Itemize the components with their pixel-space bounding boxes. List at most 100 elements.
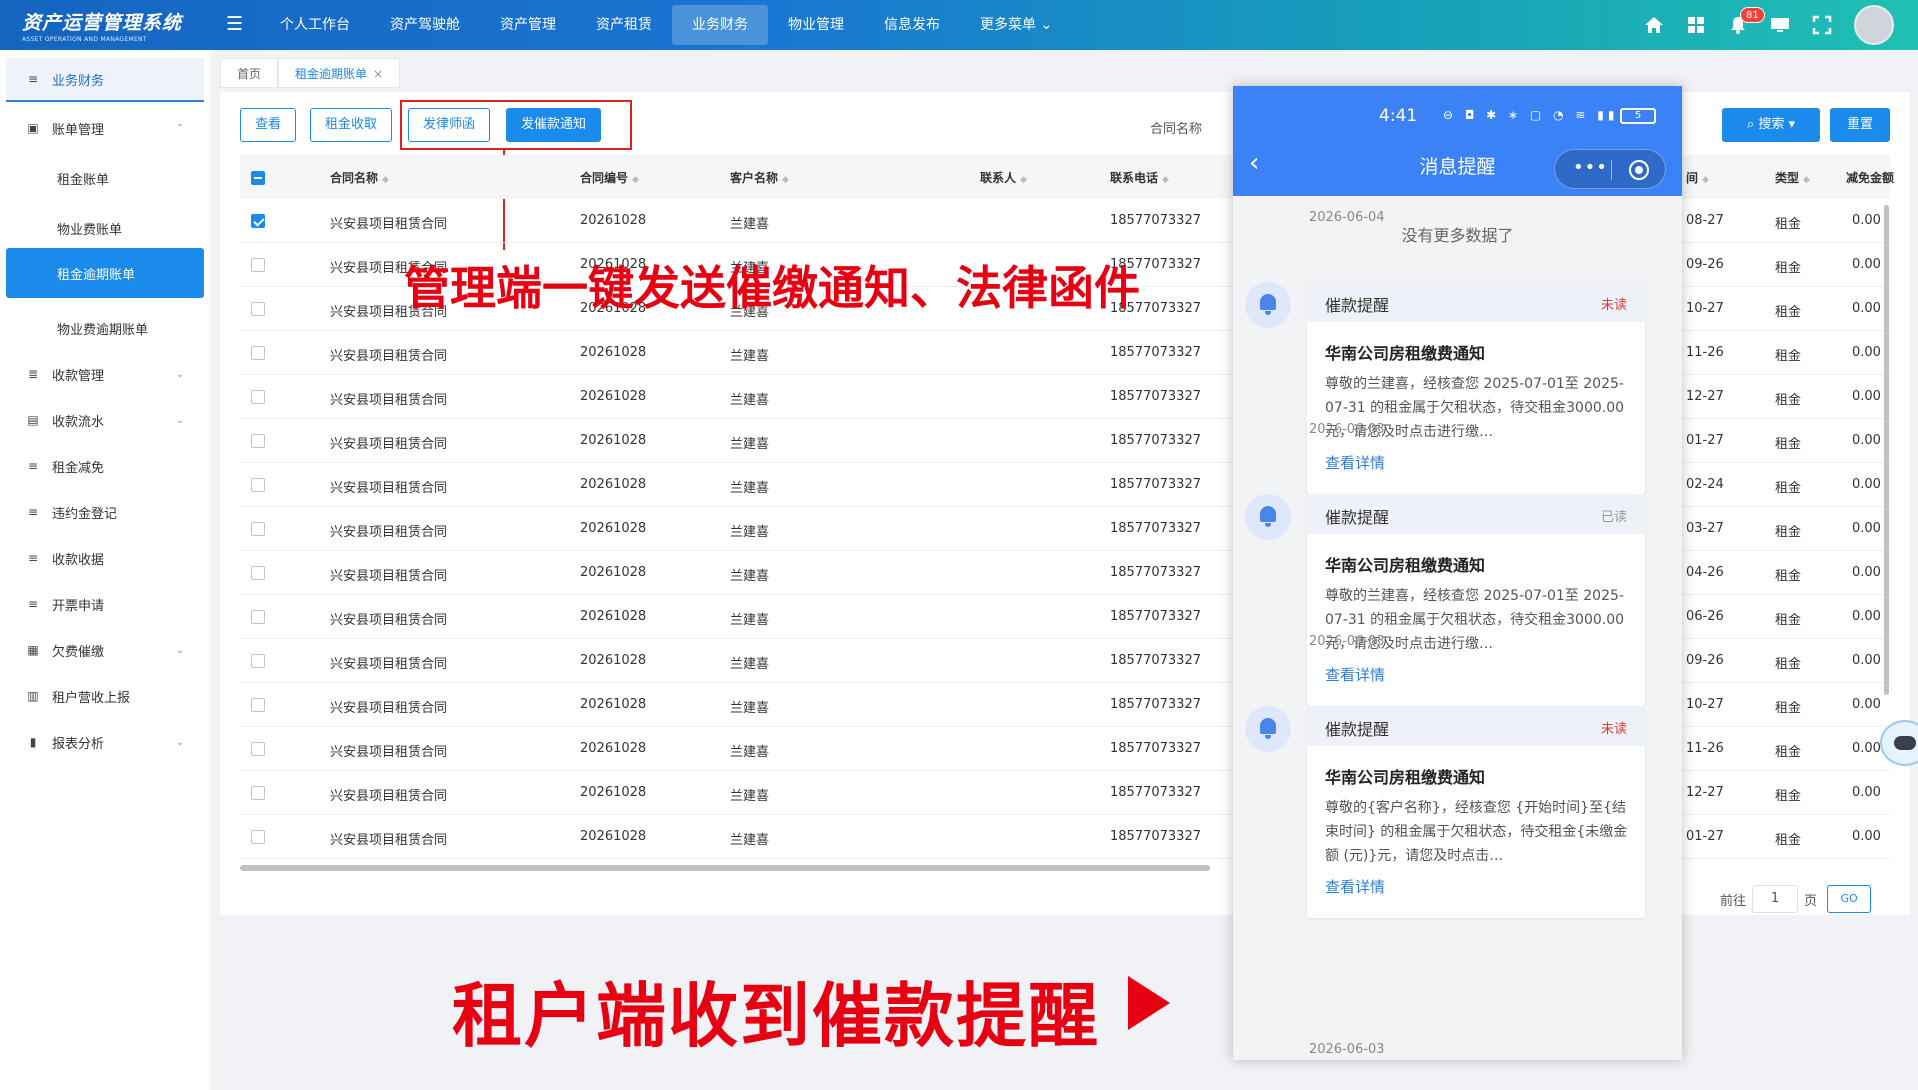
home-icon[interactable] [1644,15,1664,35]
bell-icon[interactable]: 81 [1728,7,1765,35]
nav-item-more[interactable]: 更多菜单 ⌄ [960,5,1072,45]
sidebar-item-business-finance[interactable]: ≡ 业务财务 [6,58,204,102]
sidebar-item-rent-bill[interactable]: 租金账单 [6,156,204,200]
row-checkbox[interactable] [251,390,265,404]
nav-item-asset-management[interactable]: 资产管理 [480,5,576,45]
col-contract-name[interactable]: 合同名称 ◆ [330,169,389,186]
col-reduction[interactable]: 减免金额 [1846,169,1894,186]
sidebar-item-rent-reduction[interactable]: ≡ 租金减免 [6,444,204,488]
row-checkbox[interactable] [251,786,265,800]
row-checkbox[interactable] [251,302,265,316]
sidebar-item-property-overdue[interactable]: 物业费逾期账单 [6,306,204,350]
message-date: 2026-06-03 [1309,1042,1385,1057]
cell-contract-code: 20261028 [580,741,647,756]
view-details-link[interactable]: 查看详情 [1325,664,1385,685]
sidebar-item-receipt[interactable]: ≡ 收款收据 [6,536,204,580]
view-button[interactable]: 查看 [240,108,297,142]
cell-type: 租金 [1775,437,1802,452]
view-details-link[interactable]: 查看详情 [1325,452,1385,473]
grid-icon[interactable] [1686,15,1706,35]
cell-contract-name: 兴安县项目租赁合同 [330,569,448,584]
tab-rent-overdue[interactable]: 租金逾期账单 × [278,58,401,88]
row-checkbox[interactable] [251,478,265,492]
card-title: 华南公司房租缴费通知 [1325,344,1486,363]
col-phone[interactable]: 联系电话 ◆ [1110,169,1169,186]
cell-date: 10-27 [1686,697,1724,712]
sidebar-item-label: 收款管理 [52,368,105,384]
cell-contract-code: 20261028 [580,653,647,668]
monitor-icon[interactable] [1770,15,1790,35]
cell-customer: 兰建喜 [730,393,770,408]
page-input[interactable]: 1 [1752,885,1799,913]
cell-contract-code: 20261028 [580,433,647,448]
cell-type: 租金 [1775,613,1802,628]
vertical-scrollbar[interactable] [1884,205,1889,695]
row-checkbox[interactable] [251,434,265,448]
sidebar-item-report[interactable]: ▮ 报表分析 ⌄ [6,720,204,764]
nav-item-cockpit[interactable]: 资产驾驶舱 [370,5,480,45]
row-checkbox[interactable] [251,346,265,360]
nav-item-business-finance[interactable]: 业务财务 [672,5,768,45]
sidebar-item-invoice[interactable]: ≡ 开票申请 [6,582,204,626]
sidebar-item-penalty[interactable]: ≡ 违约金登记 [6,490,204,534]
status-icons: ⊖ ◘ ✱ ∗ ▢ ◔ ≋ ▮▮ [1443,108,1619,122]
col-contract-code[interactable]: 合同编号 ◆ [580,169,639,186]
message-card[interactable]: 催款提醒 未读 华南公司房租缴费通知 尊敬的{客户名称}，经核查您 {开始时间}… [1307,706,1645,918]
nav-item-workbench[interactable]: 个人工作台 [260,5,370,45]
nav-item-asset-leasing[interactable]: 资产租赁 [576,5,672,45]
close-icon[interactable]: × [373,67,383,81]
menu-toggle-icon[interactable]: ☰ [226,14,246,34]
row-checkbox[interactable] [251,698,265,712]
cell-date: 12-27 [1686,389,1724,404]
col-label: 间 [1686,171,1699,185]
go-button[interactable]: GO [1827,885,1872,913]
cell-contract-name: 兴安县项目租赁合同 [330,701,448,716]
row-checkbox[interactable] [251,830,265,844]
sidebar-item-arrears[interactable]: ▦ 欠费催缴 ⌄ [6,628,204,672]
sidebar-item-revenue-report[interactable]: ▥ 租户营收上报 [6,674,204,718]
message-date: 2026-06-03 [1309,634,1385,649]
sidebar-item-label: 收款流水 [52,414,105,430]
nav-item-info[interactable]: 信息发布 [864,5,960,45]
cell-contract-name: 兴安县项目租赁合同 [330,349,448,364]
cell-phone: 18577073327 [1110,653,1201,668]
cell-date: 11-26 [1686,741,1724,756]
col-contact[interactable]: 联系人 ◆ [980,169,1027,186]
sidebar-item-bill-management[interactable]: ▣ 账单管理 ⌃ [6,106,204,150]
select-all-checkbox[interactable] [251,171,265,185]
sort-icon: ◆ [382,175,389,185]
row-checkbox[interactable] [251,742,265,756]
sidebar-item-rent-overdue[interactable]: 租金逾期账单 [6,248,204,298]
fullscreen-icon[interactable] [1812,15,1832,35]
nav-item-property[interactable]: 物业管理 [768,5,864,45]
col-date[interactable]: 间 ◆ [1686,169,1709,186]
message-card[interactable]: 催款提醒 未读 华南公司房租缴费通知 尊敬的兰建喜，经核查您 2025-07-0… [1307,282,1645,494]
reset-button[interactable]: 重置 [1830,108,1890,142]
message-card[interactable]: 催款提醒 已读 华南公司房租缴费通知 尊敬的兰建喜，经核查您 2025-07-0… [1307,494,1645,706]
sidebar-item-collection[interactable]: ≣ 收款管理 ⌄ [6,352,204,396]
row-checkbox[interactable] [251,214,265,228]
view-details-link[interactable]: 查看详情 [1325,876,1385,897]
row-checkbox[interactable] [251,522,265,536]
search-button[interactable]: ⌕ 搜索 ▾ [1722,108,1820,142]
avatar[interactable] [1854,5,1894,45]
row-checkbox[interactable] [251,566,265,580]
collect-rent-button[interactable]: 租金收取 [310,108,393,142]
more-dots-icon[interactable]: ••• [1573,158,1608,178]
col-type[interactable]: 类型 ◆ [1775,169,1810,186]
horizontal-scrollbar[interactable] [240,865,1210,871]
row-checkbox[interactable] [251,258,265,272]
cell-date: 09-26 [1686,653,1724,668]
miniprogram-capsule[interactable]: ••• [1554,149,1666,189]
row-checkbox[interactable] [251,654,265,668]
sidebar-item-flow[interactable]: ▤ 收款流水 ⌄ [6,398,204,442]
cell-date: 02-24 [1686,477,1724,492]
tab-home[interactable]: 首页 [220,58,279,88]
sidebar-item-property-bill[interactable]: 物业费账单 [6,206,204,250]
cell-phone: 18577073327 [1110,697,1201,712]
row-checkbox[interactable] [251,610,265,624]
cell-contract-name: 兴安县项目租赁合同 [330,613,448,628]
close-target-icon[interactable] [1629,160,1649,180]
col-customer[interactable]: 客户名称 ◆ [730,169,789,186]
cell-customer: 兰建喜 [730,657,770,672]
